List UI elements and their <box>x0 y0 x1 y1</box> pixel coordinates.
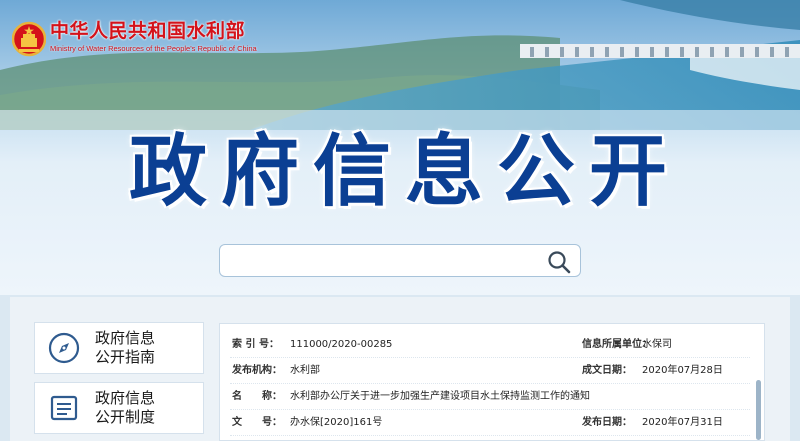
info-row-doc-number: 文 号： 办水保[2020]161号 发布日期： 2020年07月31日 <box>230 410 750 436</box>
publisher-label: 发布机构： <box>232 365 282 376</box>
ministry-name-cn: 中华人民共和国水利部 <box>50 20 246 42</box>
written-date-label: 成文日期： <box>582 365 632 376</box>
sidebar-item-label: 政府信息 公开指南 <box>95 329 171 367</box>
owning-unit-value: 水保司 <box>642 339 672 350</box>
national-emblem-icon <box>12 21 46 57</box>
ministry-logo[interactable]: 中华人民共和国水利部 Ministry of Water Resources o… <box>12 20 257 58</box>
document-number-value: 办水保[2020]161号 <box>290 417 383 428</box>
search-icon[interactable] <box>546 249 572 275</box>
sidebar-label-line1: 政府信息 <box>95 329 156 347</box>
page-title: 政府信息公开 <box>128 127 681 217</box>
document-number-label: 文 号： <box>232 417 282 428</box>
info-row-title: 名 称： 水利部办公厅关于进一步加强生产建设项目水土保持监测工作的通知 <box>230 384 750 410</box>
ministry-name-en: Ministry of Water Resources of the Peopl… <box>50 44 257 53</box>
info-row-publisher: 发布机构： 水利部 成文日期： 2020年07月28日 <box>230 358 750 384</box>
search-input[interactable] <box>230 251 540 271</box>
sidebar-label-line2: 公开指南 <box>95 348 156 366</box>
sidebar-label-line1: 政府信息 <box>95 389 156 407</box>
document-info-panel: 索 引 号： 111000/2020-00285 信息所属单位： 水保司 发布机… <box>219 323 765 441</box>
publisher-value: 水利部 <box>290 365 320 376</box>
index-number-label: 索 引 号： <box>232 339 279 350</box>
search-bar <box>219 244 581 277</box>
sidebar-item-disclosure-rules[interactable]: 政府信息 公开制度 <box>34 382 204 434</box>
compass-icon <box>48 332 80 364</box>
sidebar-label-line2: 公开制度 <box>95 408 156 426</box>
sidebar-item-disclosure-guide[interactable]: 政府信息 公开指南 <box>34 322 204 374</box>
header-banner: 中华人民共和国水利部 Ministry of Water Resources o… <box>0 0 800 295</box>
sidebar-item-label: 政府信息 公开制度 <box>95 389 171 427</box>
main-content: 政府信息 公开指南 政府信息 公开制度 索 引 号： 111000/2020-0… <box>10 297 790 441</box>
document-list-icon <box>50 395 78 421</box>
document-title-label: 名 称： <box>232 391 282 402</box>
info-row-index: 索 引 号： 111000/2020-00285 信息所属单位： 水保司 <box>230 332 750 358</box>
written-date-value: 2020年07月28日 <box>642 365 723 376</box>
scrollbar[interactable] <box>756 380 761 440</box>
document-title-value[interactable]: 水利部办公厅关于进一步加强生产建设项目水土保持监测工作的通知 <box>290 384 590 409</box>
publish-date-value: 2020年07月31日 <box>642 417 723 428</box>
document-info-table: 索 引 号： 111000/2020-00285 信息所属单位： 水保司 发布机… <box>230 332 750 436</box>
index-number-value: 111000/2020-00285 <box>290 339 393 350</box>
publish-date-label: 发布日期： <box>582 417 632 428</box>
